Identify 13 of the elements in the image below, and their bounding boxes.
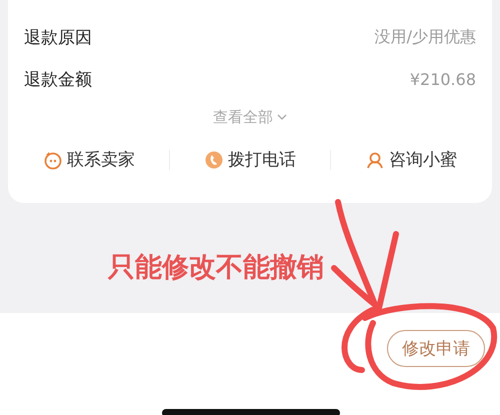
person-icon [365, 150, 385, 170]
modify-request-button[interactable]: 修改申请 [387, 330, 485, 367]
contact-seller-button[interactable]: 联系卖家 [39, 144, 139, 175]
chevron-down-icon [277, 114, 287, 120]
chat-face-icon [43, 150, 63, 170]
detail-value: 没用/少用优惠 [374, 26, 476, 48]
detail-value: ¥210.68 [410, 70, 476, 88]
consult-button[interactable]: 咨询小蜜 [361, 144, 461, 175]
call-button[interactable]: 拨打电话 [200, 144, 300, 175]
detail-label: 退款金额 [24, 68, 92, 90]
annotation-text: 只能修改不能撤销 [108, 251, 324, 285]
phone-icon [204, 150, 224, 170]
detail-label: 退款原因 [24, 26, 92, 48]
